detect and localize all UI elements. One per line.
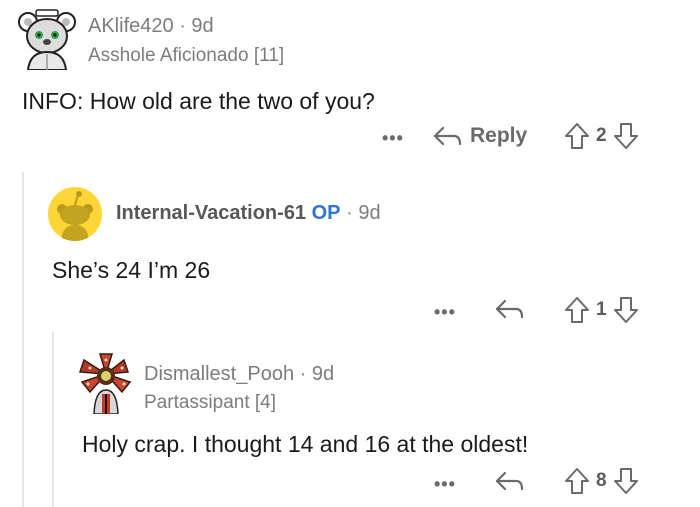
vote-score: 1: [596, 299, 607, 320]
upvote-icon[interactable]: [564, 122, 590, 150]
reply-label: Reply: [470, 124, 528, 147]
comment-text: Holy crap. I thought 14 and 16 at the ol…: [82, 431, 529, 457]
more-options-button[interactable]: •••: [382, 128, 404, 149]
reply-arrow-icon: [432, 125, 462, 147]
timestamp: 9d: [191, 15, 214, 37]
snoo-avatar-icon[interactable]: [48, 187, 102, 241]
koala-avatar-icon[interactable]: [18, 8, 76, 70]
reply-arrow-icon[interactable]: [494, 470, 524, 492]
username[interactable]: Dismallest_Pooh: [144, 363, 294, 385]
op-badge: OP: [311, 202, 341, 224]
separator-dot: ·: [299, 363, 307, 385]
upvote-icon[interactable]: [564, 296, 590, 324]
downvote-icon[interactable]: [613, 467, 639, 495]
thread-line-2: [52, 332, 54, 507]
user-flair: Partassipant [4]: [144, 392, 277, 413]
vote-controls: 2: [564, 122, 639, 150]
comment-header: Internal-Vacation-61 OP · 9d: [116, 202, 381, 225]
username[interactable]: AKlife420: [88, 15, 174, 37]
thread-line-1: [22, 172, 24, 507]
vote-controls: 8: [564, 467, 639, 495]
comment-header: Dismallest_Pooh · 9d: [144, 363, 334, 386]
downvote-icon[interactable]: [613, 122, 639, 150]
reply-arrow-icon[interactable]: [494, 298, 524, 320]
comment-text: She’s 24 I’m 26: [52, 257, 211, 283]
timestamp: 9d: [358, 202, 381, 224]
separator-dot: ·: [346, 202, 353, 224]
username[interactable]: Internal-Vacation-61: [116, 202, 306, 224]
timestamp: 9d: [311, 363, 335, 385]
comment-header: AKlife420 · 9d: [88, 15, 214, 38]
upvote-icon[interactable]: [564, 467, 590, 495]
user-flair: Asshole Aficionado [11]: [88, 45, 285, 66]
vote-score: 8: [596, 470, 607, 491]
downvote-icon[interactable]: [613, 296, 639, 324]
comment-text: INFO: How old are the two of you?: [22, 88, 375, 114]
separator-dot: ·: [179, 15, 186, 37]
more-options-button[interactable]: •••: [434, 474, 456, 495]
reply-button[interactable]: Reply: [432, 124, 527, 148]
demogorgon-avatar-icon[interactable]: [78, 350, 134, 414]
vote-score: 2: [596, 125, 607, 146]
more-options-button[interactable]: •••: [434, 302, 456, 323]
vote-controls: 1: [564, 296, 639, 324]
